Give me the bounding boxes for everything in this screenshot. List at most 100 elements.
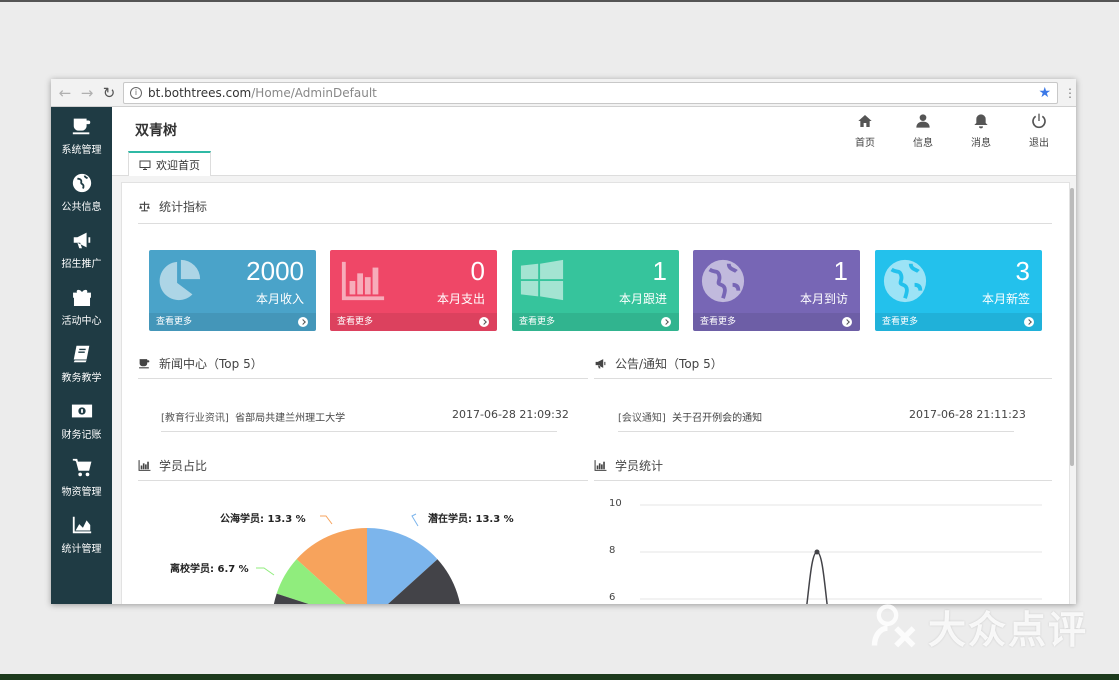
card-label: 本月支出 (436, 292, 485, 306)
nav-info[interactable]: 信息 (894, 113, 952, 149)
stat-card-new-contracts[interactable]: 3 本月新签 查看更多 (875, 250, 1042, 331)
sidebar-item-label: 教务教学 (61, 373, 102, 384)
address-bar[interactable]: i bt.bothtrees.com/Home/AdminDefault ★ (123, 81, 1058, 104)
news-item[interactable]: [教育行业资讯] 省部局共建兰州理工大学 (161, 409, 345, 424)
sidebar: 系统管理 公共信息 招生推广 活动中心 教务教学 财务记账 物资管理 统计管理 (51, 107, 112, 604)
nav-label: 首页 (855, 138, 875, 149)
area-chart-icon (72, 516, 91, 534)
card-value: 1 (833, 256, 848, 286)
notice-category: [会议通知] (618, 413, 666, 424)
stat-card-followup[interactable]: 1 本月跟进 查看更多 (512, 250, 679, 331)
gift-icon (72, 289, 91, 306)
notice-item[interactable]: [会议通知] 关于召开例会的通知 (618, 409, 762, 424)
site-info-icon[interactable]: i (130, 86, 142, 99)
sidebar-item-label: 统计管理 (61, 544, 102, 555)
url-path: /Home/AdminDefault (251, 85, 377, 100)
dianping-watermark: 大众点评 (868, 596, 1108, 656)
view-more-text: 查看更多 (337, 317, 374, 327)
card-value: 0 (470, 256, 485, 286)
stats-title: 统计指标 (138, 198, 207, 215)
admin-app: 系统管理 公共信息 招生推广 活动中心 教务教学 财务记账 物资管理 统计管理 … (51, 107, 1076, 604)
sidebar-item-label: 公共信息 (61, 202, 102, 213)
notice-item-title: 关于召开例会的通知 (672, 413, 763, 424)
bookmark-star-icon[interactable]: ★ (1038, 85, 1051, 101)
stat-card-visits[interactable]: 1 本月到访 查看更多 (693, 250, 860, 331)
sidebar-item-supplies[interactable]: 物资管理 (51, 449, 112, 506)
power-icon (1032, 113, 1046, 129)
nav-label: 退出 (1029, 138, 1049, 149)
sidebar-item-enrollment[interactable]: 招生推广 (51, 221, 112, 278)
coffee-cup-icon (139, 359, 150, 369)
arrow-circle-icon (479, 317, 489, 327)
stats-chart-title-text: 学员统计 (615, 459, 664, 473)
divider (138, 223, 1052, 224)
pie-chart-icon (159, 259, 201, 301)
stat-card-income[interactable]: 2000 本月收入 查看更多 (149, 250, 316, 331)
pie-svg (256, 513, 461, 604)
view-more-link[interactable]: 查看更多 (330, 313, 497, 331)
view-more-link[interactable]: 查看更多 (149, 313, 316, 331)
sidebar-item-label: 财务记账 (61, 430, 102, 441)
news-item-title: 省部局共建兰州理工大学 (235, 413, 346, 424)
monitor-icon (139, 160, 151, 170)
stat-card-expense[interactable]: 0 本月支出 查看更多 (330, 250, 497, 331)
view-more-link[interactable]: 查看更多 (875, 313, 1042, 331)
student-line-chart: 10 8 6 (592, 488, 1062, 604)
back-icon[interactable]: ← (57, 84, 73, 102)
y-tick-label: 8 (609, 545, 616, 556)
sidebar-item-statistics[interactable]: 统计管理 (51, 506, 112, 563)
divider (594, 480, 1052, 481)
browser-toolbar: ← → ↻ i bt.bothtrees.com/Home/AdminDefau… (51, 79, 1076, 107)
bar-chart-icon (341, 261, 385, 301)
view-more-link[interactable]: 查看更多 (693, 313, 860, 331)
sidebar-item-activity[interactable]: 活动中心 (51, 278, 112, 335)
sidebar-item-public-info[interactable]: 公共信息 (51, 164, 112, 221)
notices-title-text: 公告/通知（Top 5） (615, 357, 723, 371)
sidebar-item-label: 活动中心 (61, 316, 102, 327)
slice-label: 离校学员: 6.7 % (170, 564, 249, 575)
view-more-link[interactable]: 查看更多 (512, 313, 679, 331)
news-time: 2017-06-28 21:09:32 (452, 408, 569, 421)
globe-icon (72, 173, 91, 193)
windows-icon (520, 259, 564, 301)
globe-icon (883, 259, 927, 303)
sidebar-item-label: 系统管理 (61, 145, 102, 156)
reload-icon[interactable]: ↻ (101, 84, 117, 102)
divider (618, 431, 1014, 432)
view-more-text: 查看更多 (882, 317, 919, 327)
cart-icon (72, 458, 91, 477)
url-host: bt.bothtrees.com (148, 85, 252, 100)
card-label: 本月到访 (799, 292, 848, 306)
nav-home[interactable]: 首页 (836, 113, 894, 149)
y-tick-label: 10 (609, 498, 622, 509)
sidebar-item-teaching[interactable]: 教务教学 (51, 335, 112, 392)
brand-title: 双青树 (135, 123, 177, 139)
book-icon (73, 345, 89, 363)
series-line (806, 551, 828, 604)
card-value: 3 (1015, 256, 1030, 286)
coffee-cup-icon (72, 118, 90, 135)
top-nav: 首页 信息 消息 退出 (836, 113, 1068, 149)
sidebar-item-finance[interactable]: 财务记账 (51, 392, 112, 449)
notice-time: 2017-06-28 21:11:23 (909, 408, 1026, 421)
bar-chart-icon (594, 460, 607, 471)
money-icon (71, 404, 92, 418)
ratio-title: 学员占比 (138, 457, 207, 474)
nav-messages[interactable]: 消息 (952, 113, 1010, 149)
screen-top-edge (0, 0, 1119, 2)
arrow-circle-icon (1024, 317, 1034, 327)
megaphone-icon (595, 359, 606, 369)
forward-icon[interactable]: → (79, 84, 95, 102)
slice-label: 公海学员: 13.3 % (220, 514, 306, 525)
stats-title-text: 统计指标 (159, 200, 208, 214)
tab-welcome[interactable]: 欢迎首页 (128, 151, 211, 176)
main-area: 双青树 欢迎首页 首页 信息 消息 退出 统计指标 2000 本月收入 查看更多… (112, 107, 1076, 604)
background-strip (0, 674, 1119, 680)
scrollbar[interactable] (1070, 188, 1074, 466)
browser-menu-icon[interactable]: ⋮ (1064, 86, 1076, 100)
label-leader-line (320, 515, 333, 525)
card-label: 本月新签 (981, 292, 1030, 306)
sidebar-item-system[interactable]: 系统管理 (51, 107, 112, 164)
nav-logout[interactable]: 退出 (1010, 113, 1068, 149)
nav-label: 信息 (913, 138, 933, 149)
